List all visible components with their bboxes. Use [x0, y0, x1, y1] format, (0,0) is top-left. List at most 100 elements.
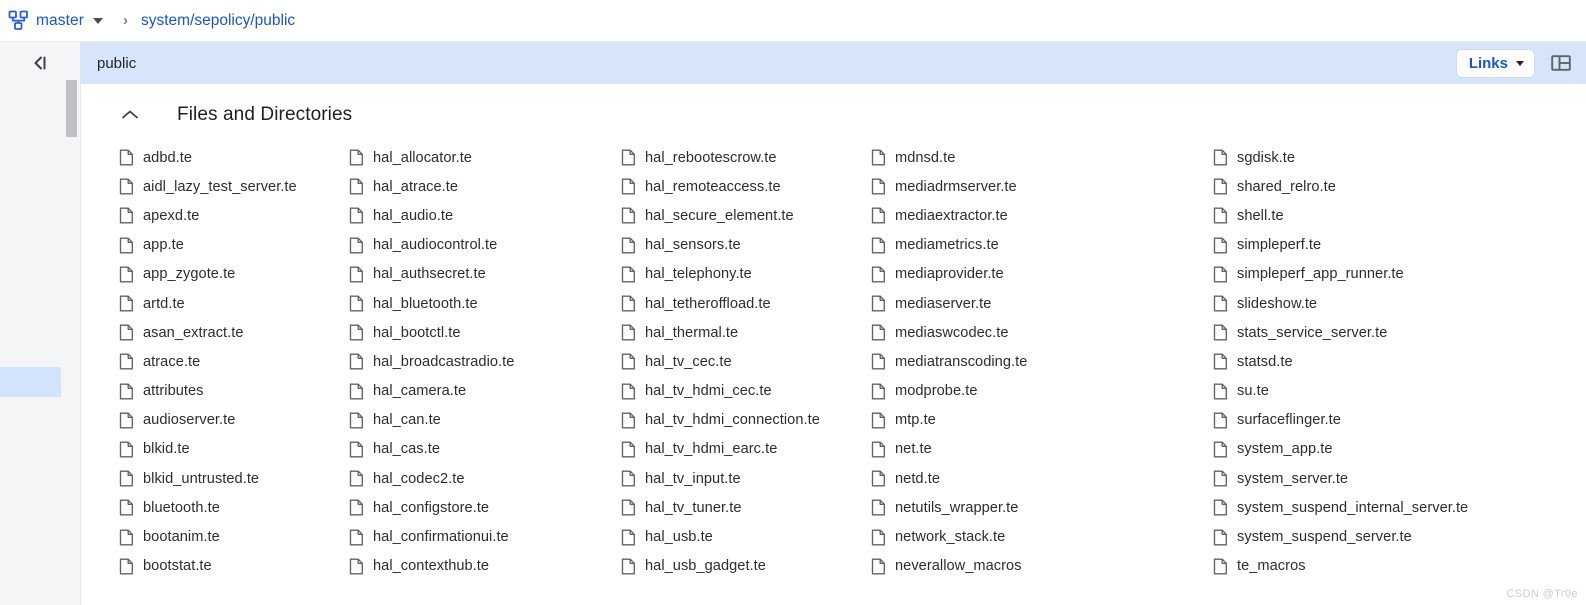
file-list-item[interactable]: hal_contexthub.te — [349, 552, 621, 581]
branch-name[interactable]: master — [36, 12, 84, 30]
file-list-item[interactable]: hal_thermal.te — [621, 318, 871, 347]
file-list-item[interactable]: hal_telephony.te — [621, 260, 871, 289]
file-list-item[interactable]: hal_remoteaccess.te — [621, 172, 871, 201]
file-list-item[interactable]: surfaceflinger.te — [1213, 406, 1563, 435]
file-list-item[interactable]: blkid.te — [119, 435, 349, 464]
file-list-item[interactable]: system_suspend_internal_server.te — [1213, 493, 1563, 522]
file-list-item[interactable]: audioserver.te — [119, 406, 349, 435]
file-list-item[interactable]: hal_audiocontrol.te — [349, 231, 621, 260]
collapse-panel-icon[interactable] — [29, 54, 51, 72]
file-list-item[interactable]: adbd.te — [119, 143, 349, 172]
breadcrumb-path[interactable]: system/sepolicy/public — [141, 12, 295, 30]
file-icon — [119, 237, 143, 254]
file-list-item[interactable]: hal_rebootescrow.te — [621, 143, 871, 172]
file-list-item[interactable]: mediaprovider.te — [871, 260, 1213, 289]
file-list-item[interactable]: mediadrmserver.te — [871, 172, 1213, 201]
file-list-item[interactable]: te_macros — [1213, 552, 1563, 581]
file-icon — [119, 266, 143, 283]
file-list-item[interactable]: hal_bluetooth.te — [349, 289, 621, 318]
file-list-item[interactable]: asan_extract.te — [119, 318, 349, 347]
file-list-item[interactable]: apexd.te — [119, 201, 349, 230]
file-list-item[interactable]: mdnsd.te — [871, 143, 1213, 172]
chevron-down-icon[interactable] — [92, 17, 103, 24]
file-list-item[interactable]: hal_authsecret.te — [349, 260, 621, 289]
rail-selected-item[interactable] — [0, 367, 61, 397]
file-name-label: hal_broadcastradio.te — [373, 353, 515, 370]
file-list-item[interactable]: attributes — [119, 377, 349, 406]
file-list-item[interactable]: system_suspend_server.te — [1213, 522, 1563, 551]
file-list-item[interactable]: app_zygote.te — [119, 260, 349, 289]
links-button[interactable]: Links — [1456, 49, 1534, 77]
file-list-item[interactable]: bootanim.te — [119, 522, 349, 551]
file-list-item[interactable]: hal_sensors.te — [621, 231, 871, 260]
file-list-item[interactable]: netd.te — [871, 464, 1213, 493]
file-list-item[interactable]: hal_confirmationui.te — [349, 522, 621, 551]
file-list-item[interactable]: hal_tv_tuner.te — [621, 493, 871, 522]
breadcrumb-separator: › — [122, 12, 128, 29]
file-list-item[interactable]: hal_secure_element.te — [621, 201, 871, 230]
file-name-label: mediaprovider.te — [895, 266, 1004, 283]
file-list-item[interactable]: simpleperf.te — [1213, 231, 1563, 260]
file-list-item[interactable]: hal_tv_hdmi_connection.te — [621, 406, 871, 435]
file-name-label: adbd.te — [143, 149, 193, 166]
file-list-item[interactable]: stats_service_server.te — [1213, 318, 1563, 347]
file-list-item[interactable]: mediaserver.te — [871, 289, 1213, 318]
rail-scrollbar-thumb[interactable] — [66, 80, 77, 137]
file-list-item[interactable]: hal_bootctl.te — [349, 318, 621, 347]
file-list-item[interactable]: su.te — [1213, 377, 1563, 406]
file-name-label: hal_bluetooth.te — [373, 295, 478, 312]
file-name-label: system_suspend_server.te — [1237, 529, 1412, 546]
file-list-item[interactable]: hal_allocator.te — [349, 143, 621, 172]
file-list-item[interactable]: mediatranscoding.te — [871, 347, 1213, 376]
panel-layout-icon[interactable] — [1548, 52, 1574, 74]
file-name-label: hal_remoteaccess.te — [645, 178, 781, 195]
file-list-item[interactable]: mtp.te — [871, 406, 1213, 435]
file-list-item[interactable]: hal_usb_gadget.te — [621, 552, 871, 581]
file-list-item[interactable]: system_app.te — [1213, 435, 1563, 464]
file-list-item[interactable]: hal_configstore.te — [349, 493, 621, 522]
file-list-item[interactable]: blkid_untrusted.te — [119, 464, 349, 493]
file-list-item[interactable]: hal_can.te — [349, 406, 621, 435]
file-list-item[interactable]: system_server.te — [1213, 464, 1563, 493]
chevron-up-icon[interactable] — [113, 100, 147, 130]
file-list-item[interactable]: hal_codec2.te — [349, 464, 621, 493]
file-list-item[interactable]: hal_tetheroffload.te — [621, 289, 871, 318]
file-list-item[interactable]: netutils_wrapper.te — [871, 493, 1213, 522]
file-list-item[interactable]: mediaswcodec.te — [871, 318, 1213, 347]
file-list-item[interactable]: atrace.te — [119, 347, 349, 376]
file-list-item[interactable]: simpleperf_app_runner.te — [1213, 260, 1563, 289]
file-list-item[interactable]: hal_tv_hdmi_earc.te — [621, 435, 871, 464]
file-list-item[interactable]: slideshow.te — [1213, 289, 1563, 318]
file-list-item[interactable]: hal_audio.te — [349, 201, 621, 230]
file-list-item[interactable]: app.te — [119, 231, 349, 260]
file-list-item[interactable]: hal_cas.te — [349, 435, 621, 464]
file-icon — [871, 324, 895, 341]
file-list-item[interactable]: shell.te — [1213, 201, 1563, 230]
file-icon — [1213, 353, 1237, 370]
file-list-item[interactable]: modprobe.te — [871, 377, 1213, 406]
file-list-item[interactable]: sgdisk.te — [1213, 143, 1563, 172]
file-list-item[interactable]: hal_camera.te — [349, 377, 621, 406]
file-list-item[interactable]: net.te — [871, 435, 1213, 464]
file-list-item[interactable]: hal_tv_hdmi_cec.te — [621, 377, 871, 406]
file-list-item[interactable]: bootstat.te — [119, 552, 349, 581]
file-list-item[interactable]: hal_atrace.te — [349, 172, 621, 201]
section-title: Files and Directories — [177, 104, 353, 125]
file-list-item[interactable]: shared_relro.te — [1213, 172, 1563, 201]
file-list-item[interactable]: network_stack.te — [871, 522, 1213, 551]
file-list-item[interactable]: bluetooth.te — [119, 493, 349, 522]
file-icon — [349, 207, 373, 224]
file-list-item[interactable]: mediaextractor.te — [871, 201, 1213, 230]
file-list-item[interactable]: hal_tv_input.te — [621, 464, 871, 493]
file-list-item[interactable]: aidl_lazy_test_server.te — [119, 172, 349, 201]
file-list-item[interactable]: neverallow_macros — [871, 552, 1213, 581]
file-icon — [119, 149, 143, 166]
file-list-item[interactable]: hal_tv_cec.te — [621, 347, 871, 376]
file-list-item[interactable]: mediametrics.te — [871, 231, 1213, 260]
file-list-item[interactable]: artd.te — [119, 289, 349, 318]
file-icon — [621, 295, 645, 312]
file-list-item[interactable]: hal_broadcastradio.te — [349, 347, 621, 376]
file-list-item[interactable]: statsd.te — [1213, 347, 1563, 376]
file-name-label: hal_configstore.te — [373, 499, 490, 516]
file-list-item[interactable]: hal_usb.te — [621, 522, 871, 551]
